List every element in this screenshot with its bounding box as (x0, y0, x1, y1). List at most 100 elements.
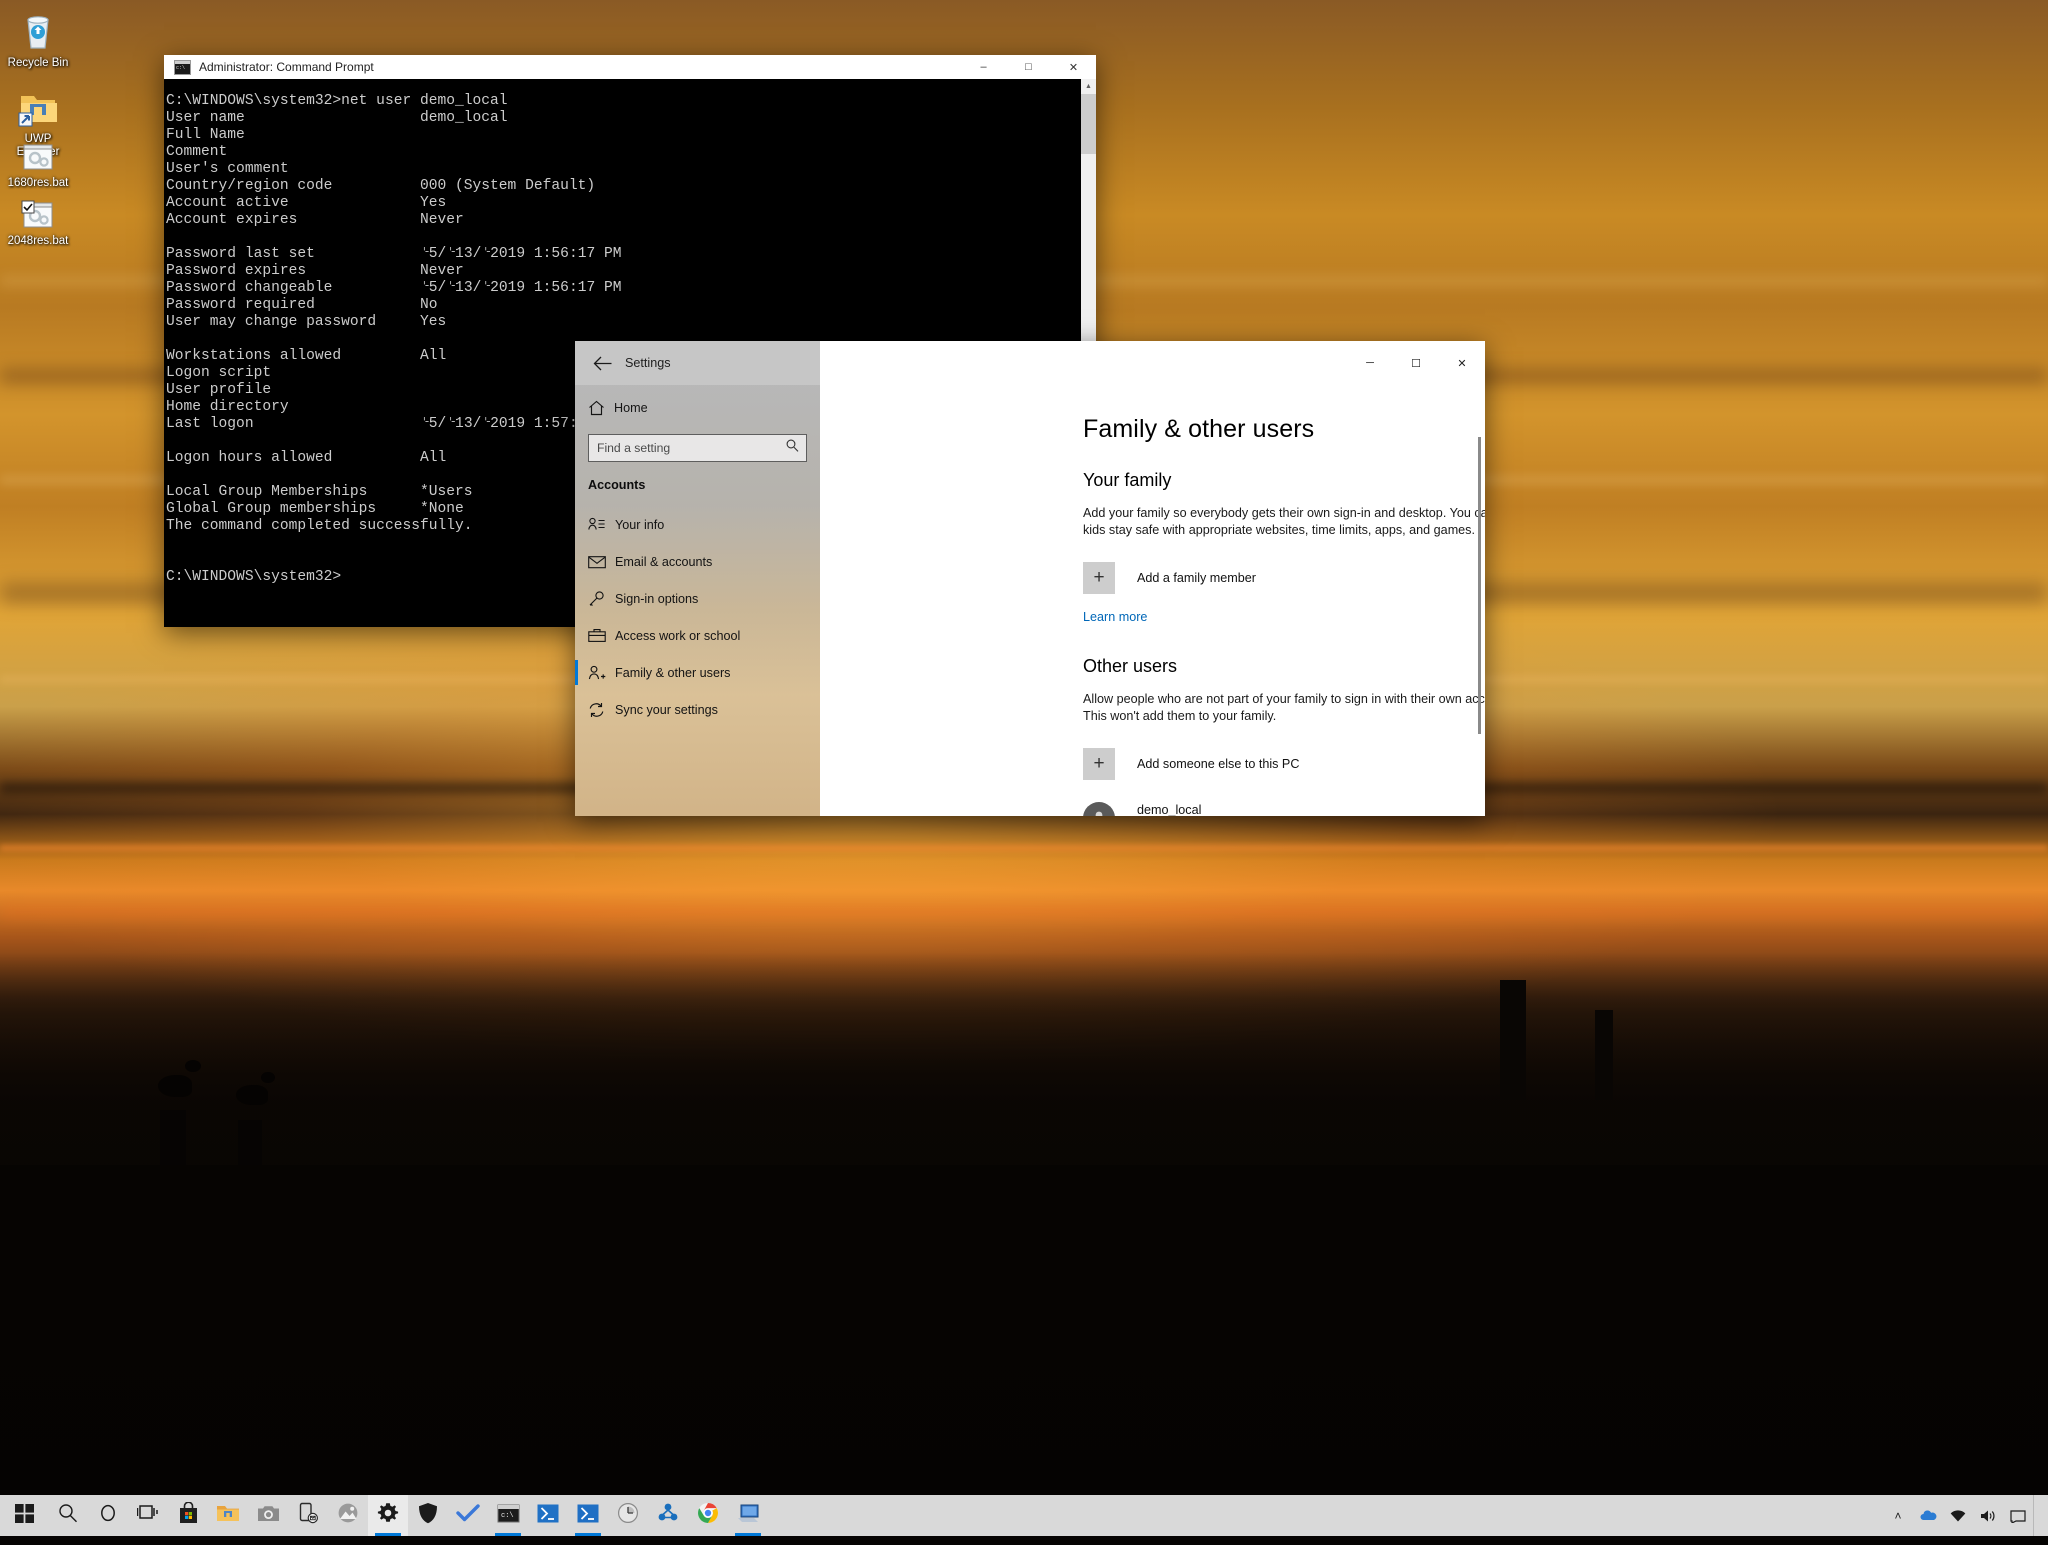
show-hidden-icons-button[interactable]: ˄ (1883, 1495, 1913, 1536)
settings-scrollbar[interactable] (1478, 437, 1481, 734)
your-family-heading: Your family (1083, 470, 1172, 490)
photos-icon (337, 1502, 359, 1529)
bat-file-icon-checked (0, 198, 76, 232)
volume-tray-icon[interactable] (1973, 1495, 2003, 1536)
your-family-description: Add your family so everybody gets their … (1083, 506, 1485, 537)
key-icon (588, 590, 615, 607)
console-icon (174, 59, 191, 75)
sidebar-item-label: Sign-in options (615, 591, 699, 606)
remote-desktop-icon (737, 1503, 760, 1529)
cmd-titlebar[interactable]: Administrator: Command Prompt – □ ✕ (164, 55, 1096, 79)
desktop-icon-1680res-bat[interactable]: 1680res.bat (0, 140, 76, 190)
search-box[interactable] (588, 434, 807, 462)
desktop-icon-label: Recycle Bin (7, 57, 69, 69)
desktop-icon-label: 1680res.bat (7, 177, 69, 189)
sidebar-item-home[interactable]: Home (588, 393, 820, 423)
bat-file-icon (0, 140, 76, 174)
person-avatar-icon (1083, 802, 1115, 816)
user-info-icon (588, 517, 615, 532)
cortana-button[interactable] (88, 1495, 128, 1536)
search-input[interactable] (589, 441, 806, 455)
settings-window[interactable]: Settings ─ ☐ ✕ Home Accounts Your info (575, 341, 1485, 816)
add-someone-else-button[interactable]: + Add someone else to this PC (1083, 748, 1485, 781)
sidebar-item-email-accounts[interactable]: Email & accounts (575, 543, 820, 580)
camera-app-button[interactable] (248, 1495, 288, 1536)
settings-minimize-button[interactable]: ─ (1347, 341, 1393, 385)
sidebar-item-label: Family & other users (615, 665, 731, 680)
add-family-member-label: Add a family member (1137, 571, 1256, 586)
gear-icon (377, 1502, 399, 1529)
settings-close-button[interactable]: ✕ (1439, 341, 1485, 385)
shield-icon (418, 1502, 438, 1529)
powershell-button[interactable] (528, 1495, 568, 1536)
network-tool-button[interactable] (648, 1495, 688, 1536)
windows-security-button[interactable] (408, 1495, 448, 1536)
todo-app-button[interactable] (448, 1495, 488, 1536)
checkmark-icon (456, 1503, 480, 1528)
cmd-scroll-up-arrow[interactable]: ▲ (1081, 79, 1096, 94)
action-center-icon[interactable] (2003, 1495, 2033, 1536)
folder-shortcut-icon (0, 82, 76, 130)
google-chrome-button[interactable] (688, 1495, 728, 1536)
user-account-row[interactable]: demo_local Local account (1083, 802, 1485, 816)
cmd-close-button[interactable]: ✕ (1051, 55, 1096, 79)
page-title: Family & other users (1083, 415, 1315, 443)
remote-desktop-button[interactable] (728, 1495, 768, 1536)
sidebar-home-label: Home (614, 401, 648, 415)
cmd-scroll-thumb[interactable] (1081, 94, 1096, 154)
onedrive-tray-icon[interactable] (1913, 1495, 1943, 1536)
settings-maximize-button[interactable]: ☐ (1393, 341, 1439, 385)
settings-main-pane: Family & other users Your family Add you… (820, 385, 1485, 816)
add-family-member-button[interactable]: + Add a family member (1083, 562, 1485, 595)
recycle-bin-icon (0, 6, 76, 54)
camera-icon (257, 1504, 280, 1528)
sidebar-item-sync-your-settings[interactable]: Sync your settings (575, 691, 820, 728)
desktop-icon-2048res-bat[interactable]: 2048res.bat (0, 198, 76, 248)
user-add-icon (588, 665, 615, 681)
learn-more-link[interactable]: Learn more (1083, 610, 1147, 624)
back-button[interactable] (587, 349, 617, 377)
plus-icon: + (1083, 748, 1115, 781)
cmd-minimize-button[interactable]: – (961, 55, 1006, 79)
sidebar-item-access-work-or-school[interactable]: Access work or school (575, 617, 820, 654)
desktop-icon-recycle-bin[interactable]: Recycle Bin (0, 6, 76, 70)
phone-icon (297, 1502, 319, 1529)
network-tray-icon[interactable] (1943, 1495, 1973, 1536)
sidebar-item-family-other-users[interactable]: Family & other users (575, 654, 820, 691)
sidebar-item-sign-in-options[interactable]: Sign-in options (575, 580, 820, 617)
clock-icon (617, 1502, 639, 1529)
file-explorer-button[interactable] (208, 1495, 248, 1536)
task-view-icon (136, 1504, 159, 1527)
other-users-heading: Other users (1083, 656, 1178, 677)
sync-icon (588, 702, 615, 718)
task-view-button[interactable] (128, 1495, 168, 1536)
sidebar-item-label: Your info (615, 517, 665, 532)
clock-app-button[interactable] (608, 1495, 648, 1536)
command-prompt-button[interactable]: c:\ (488, 1495, 528, 1536)
settings-app-button[interactable] (368, 1495, 408, 1536)
show-desktop-button[interactable] (2033, 1495, 2042, 1536)
console-icon: c:\ (497, 1504, 520, 1528)
search-icon (58, 1503, 78, 1528)
chrome-icon (697, 1502, 719, 1529)
store-bag-icon (178, 1501, 199, 1529)
user-account-meta: demo_local Local account (1137, 803, 1212, 816)
cortana-circle-icon (98, 1503, 118, 1528)
start-button[interactable] (0, 1495, 48, 1536)
settings-window-buttons: ─ ☐ ✕ (1347, 341, 1485, 385)
add-someone-else-label: Add someone else to this PC (1137, 757, 1300, 772)
powershell-ise-button[interactable] (568, 1495, 608, 1536)
taskbar-search-button[interactable] (48, 1495, 88, 1536)
photos-app-button[interactable] (328, 1495, 368, 1536)
settings-content-column: Family & other users Your family Add you… (1083, 415, 1485, 816)
user-account-name: demo_local (1137, 803, 1202, 816)
sidebar-item-your-info[interactable]: Your info (575, 506, 820, 543)
sidebar-item-label: Access work or school (615, 628, 741, 643)
network-icon (657, 1502, 679, 1529)
cmd-maximize-button[interactable]: □ (1006, 55, 1051, 79)
folder-icon (216, 1503, 240, 1528)
microsoft-store-button[interactable] (168, 1495, 208, 1536)
svg-text:c:\: c:\ (501, 1512, 514, 1520)
your-phone-app-button[interactable] (288, 1495, 328, 1536)
sidebar-category-label: Accounts (588, 478, 646, 492)
